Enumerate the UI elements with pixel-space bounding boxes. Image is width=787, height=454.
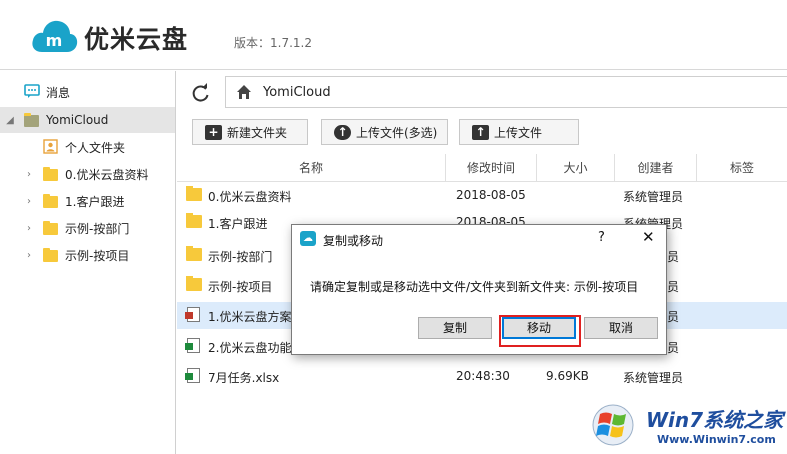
- sidebar-item-label: 个人文件夹: [65, 140, 126, 155]
- dialog-message: 请确定复制或是移动选中文件/文件夹到新文件夹: 示例-按项目: [310, 280, 639, 294]
- chevron-right-icon[interactable]: ›: [24, 196, 34, 207]
- chevron-right-icon[interactable]: ›: [24, 223, 34, 234]
- folder-icon: [24, 113, 39, 127]
- chevron-right-icon[interactable]: ›: [24, 250, 34, 261]
- sidebar-item-folder[interactable]: › 1.客户跟进: [0, 188, 175, 214]
- file-owner: 系统管理员: [623, 190, 684, 204]
- version-label: 版本：1.7.1.2: [234, 36, 312, 50]
- sidebar-item-folder[interactable]: › 示例-按部门: [0, 215, 175, 241]
- file-name: 0.优米云盘资料: [208, 190, 292, 204]
- upload-file-button[interactable]: ↑ 上传文件: [459, 119, 579, 145]
- sidebar-item-label: 示例-按项目: [65, 248, 130, 263]
- chevron-down-icon[interactable]: ◢: [5, 115, 15, 126]
- upload-multi-button[interactable]: ↑ 上传文件(多选): [321, 119, 448, 145]
- new-folder-button[interactable]: + 新建文件夹: [192, 119, 308, 145]
- excel-file-icon: [185, 368, 200, 383]
- column-header-modified[interactable]: 修改时间: [446, 154, 537, 182]
- file-name: 7月任务.xlsx: [208, 371, 280, 385]
- copy-button[interactable]: 复制: [418, 317, 492, 339]
- dialog-titlebar: ☁ 复制或移动 ? ✕: [292, 225, 666, 253]
- chevron-right-icon[interactable]: ›: [24, 169, 34, 180]
- button-label: 新建文件夹: [227, 125, 288, 140]
- sidebar-item-label: 0.优米云盘资料: [65, 167, 149, 182]
- app-name: 优米云盘: [84, 25, 189, 54]
- cloud-logo-icon: m: [32, 20, 78, 52]
- refresh-icon: [192, 83, 209, 102]
- sidebar-item-folder[interactable]: › 示例-按项目: [0, 242, 175, 268]
- file-name: 1.优米云盘方案: [208, 310, 292, 324]
- svg-text:m: m: [46, 31, 63, 50]
- app-header: m 优米云盘 版本：1.7.1.2: [0, 0, 787, 70]
- button-label: 上传文件(多选): [356, 125, 438, 140]
- sidebar-item-label: 消息: [46, 85, 71, 100]
- path-bar[interactable]: YomiCloud: [225, 76, 787, 108]
- file-owner: 员: [667, 250, 680, 264]
- path-current[interactable]: YomiCloud: [263, 85, 331, 100]
- copy-move-dialog: ☁ 复制或移动 ? ✕ 请确定复制或是移动选中文件/文件夹到新文件夹: 示例-按…: [291, 224, 667, 355]
- file-owner: 员: [667, 341, 680, 355]
- table-row[interactable]: 0.优米云盘资料 2018-08-05 系统管理员: [177, 182, 787, 209]
- refresh-button[interactable]: [186, 78, 216, 108]
- sidebar: 消息 ◢ YomiCloud 个人文件夹 › 0.优米云盘资料 › 1.客户跟进…: [0, 71, 176, 454]
- folder-icon: [186, 246, 202, 261]
- folder-icon: [43, 248, 58, 262]
- column-header-owner[interactable]: 创建者: [615, 154, 697, 182]
- sidebar-item-label: 1.客户跟进: [65, 194, 125, 209]
- excel-file-icon: [185, 338, 200, 353]
- sidebar-item-label: YomiCloud: [46, 113, 109, 127]
- table-row[interactable]: 7月任务.xlsx 20:48:30 9.69KB 系统管理员: [177, 363, 787, 390]
- sidebar-item-root[interactable]: ◢ YomiCloud: [0, 107, 175, 133]
- windows-logo-icon: [592, 404, 634, 446]
- file-size: 9.69KB: [546, 369, 589, 383]
- column-header-name[interactable]: 名称: [177, 154, 446, 182]
- column-header-tag[interactable]: 标签: [697, 154, 787, 182]
- file-owner: 员: [667, 310, 680, 324]
- column-header-size[interactable]: 大小: [537, 154, 615, 182]
- sidebar-item-personal[interactable]: 个人文件夹: [0, 134, 175, 160]
- file-date: 2018-08-05: [456, 188, 526, 202]
- watermark: Win7系统之家 Www.Winwin7.com: [590, 398, 787, 454]
- help-button[interactable]: ?: [598, 230, 605, 245]
- file-name: 2.优米云盘功能: [208, 341, 292, 355]
- cloud-upload-icon: ↑: [334, 124, 351, 140]
- file-owner: 员: [667, 280, 680, 294]
- presentation-file-icon: [185, 307, 200, 322]
- button-label: 上传文件: [494, 125, 543, 140]
- dialog-title: 复制或移动: [323, 234, 384, 248]
- file-owner: 系统管理员: [623, 371, 684, 385]
- folder-icon: [186, 186, 202, 201]
- table-header: 名称 修改时间 大小 创建者 标签: [177, 154, 787, 182]
- file-name: 1.客户跟进: [208, 217, 268, 231]
- sidebar-item-label: 示例-按部门: [65, 221, 130, 236]
- file-name: 示例-按部门: [208, 250, 273, 264]
- folder-icon: [43, 194, 58, 208]
- home-icon[interactable]: [236, 84, 252, 100]
- app-icon: ☁: [300, 231, 316, 246]
- sidebar-item-folder[interactable]: › 0.优米云盘资料: [0, 161, 175, 187]
- watermark-url: Www.Winwin7.com: [657, 433, 776, 446]
- file-name: 示例-按项目: [208, 280, 273, 294]
- upload-icon: ↑: [472, 124, 489, 140]
- sidebar-item-messages[interactable]: 消息: [0, 79, 175, 105]
- file-date: 20:48:30: [456, 369, 510, 383]
- folder-icon: [186, 213, 202, 228]
- message-icon: [24, 84, 40, 98]
- folder-icon: [43, 167, 58, 181]
- folder-icon: [43, 221, 58, 235]
- watermark-title: Win7系统之家: [646, 408, 784, 432]
- folder-icon: [186, 276, 202, 291]
- cancel-button[interactable]: 取消: [584, 317, 658, 339]
- close-icon[interactable]: ✕: [642, 228, 655, 246]
- add-folder-icon: +: [205, 124, 222, 140]
- highlight-annotation: [499, 315, 581, 347]
- user-folder-icon: [43, 139, 58, 154]
